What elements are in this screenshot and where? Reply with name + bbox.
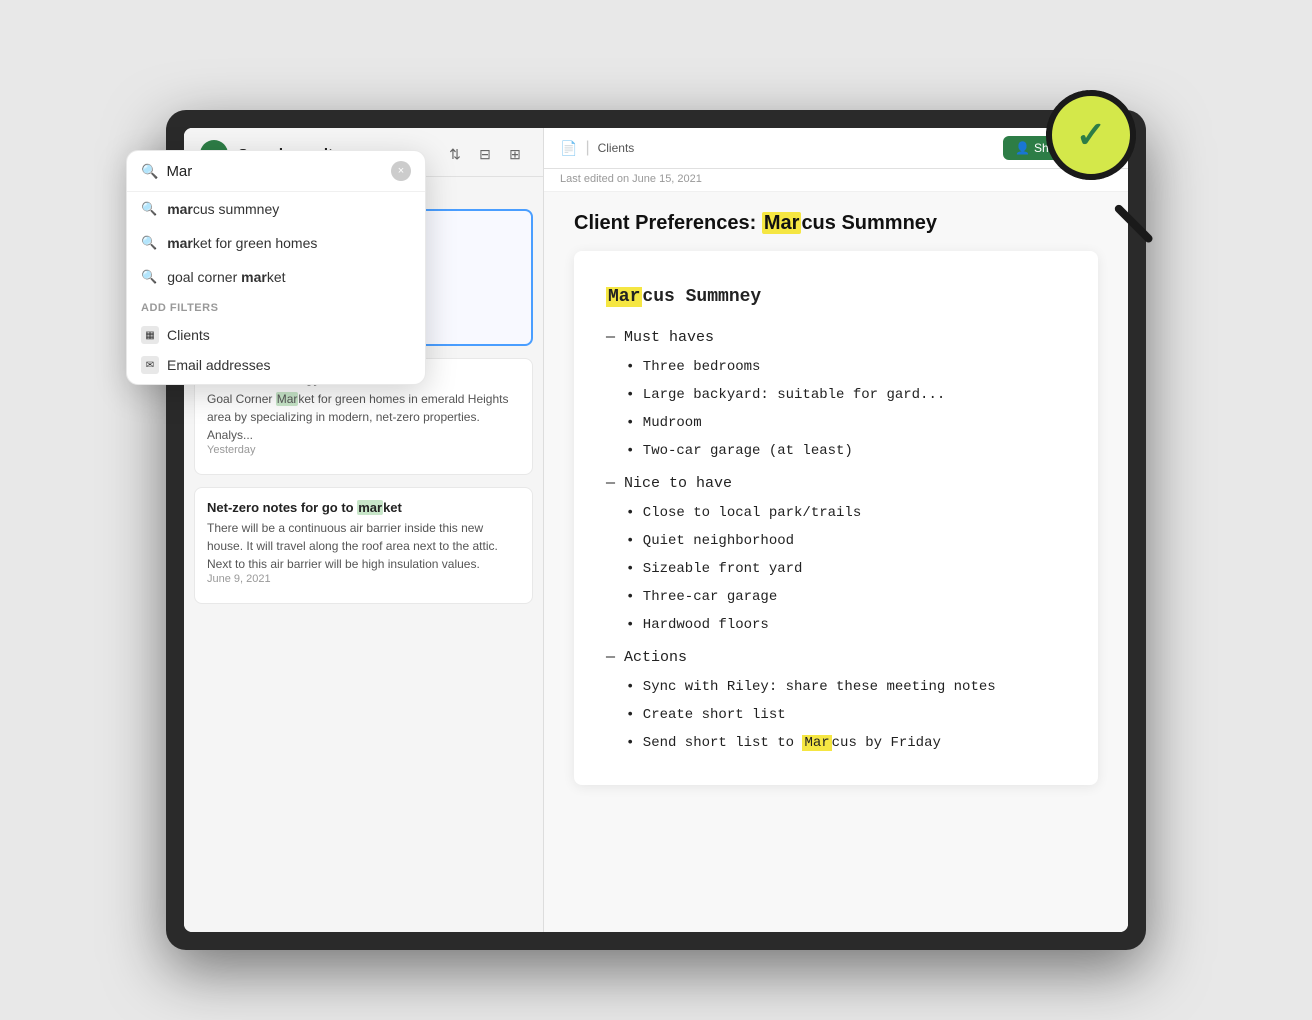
hw-bullet: • Quiet neighborhood <box>626 527 1066 555</box>
autocomplete-text: goal corner market <box>167 269 285 285</box>
filter-item-emails[interactable]: ✉ Email addresses <box>141 350 411 380</box>
filter-clients-icon: ▦ <box>141 326 159 344</box>
filter-icon[interactable]: ⊟ <box>473 142 497 166</box>
filter-emails-label: Email addresses <box>167 357 271 373</box>
autocomplete-text: market for green homes <box>167 235 317 251</box>
search-icon: 🔍 <box>141 163 158 180</box>
right-panel: 📄 | Clients 👤 Share ··· Last edited on J… <box>544 128 1128 932</box>
hw-bullet: • Mudroom <box>626 409 1066 437</box>
note-title: Client Preferences: Marcus Summney <box>574 212 1098 235</box>
grid-icon[interactable]: ⊞ <box>503 142 527 166</box>
note-meta: Last edited on June 15, 2021 <box>544 169 1128 192</box>
search-query-display[interactable]: Mar <box>166 163 383 180</box>
hw-section-nice-to-have: — Nice to have <box>606 469 1066 499</box>
search-suggestion-icon: 🔍 <box>141 235 157 251</box>
result-title: Net-zero notes for go to market <box>207 500 520 515</box>
magnifier-circle: ✓ <box>1046 90 1136 180</box>
hw-bullet: • Create short list <box>626 701 1066 729</box>
hw-bullet: • Large backyard: suitable for gard... <box>626 381 1066 409</box>
search-dropdown: 🔍 Mar × 🔍 marcus summney 🔍 market for gr… <box>126 150 426 385</box>
breadcrumb-doc-icon: 📄 <box>560 140 577 157</box>
hw-bullet: • Three-car garage <box>626 583 1066 611</box>
search-suggestion-icon: 🔍 <box>141 269 157 285</box>
hw-bullet: • Send short list to Marcus by Friday <box>626 729 1066 757</box>
dot-ring <box>1046 90 1136 180</box>
hw-bullet: • Sync with Riley: share these meeting n… <box>626 673 1066 701</box>
autocomplete-item-marcus[interactable]: 🔍 marcus summney <box>127 192 425 226</box>
header-icons: ⇅ ⊟ ⊞ <box>443 142 527 166</box>
hw-bullet: • Close to local park/trails <box>626 499 1066 527</box>
magnifier-decoration: ✓ <box>1046 90 1176 220</box>
filter-emails-icon: ✉ <box>141 356 159 374</box>
result-time: Yesterday <box>207 444 520 456</box>
hw-bullet: • Sizeable front yard <box>626 555 1066 583</box>
hw-section-actions: — Actions <box>606 643 1066 673</box>
autocomplete-text: marcus summney <box>167 201 279 217</box>
filter-section-label: Add filters <box>141 302 411 314</box>
hw-bullet: • Three bedrooms <box>626 353 1066 381</box>
hw-bullet: • Two-car garage (at least) <box>626 437 1066 465</box>
breadcrumb: Clients <box>598 141 995 155</box>
search-result-item[interactable]: Net-zero notes for go to market There wi… <box>194 487 533 604</box>
hw-bullet: • Hardwood floors <box>626 611 1066 639</box>
search-input-row: 🔍 Mar × <box>127 151 425 192</box>
filter-clients-label: Clients <box>167 327 210 343</box>
handwritten-note: Marcus Summney — Must haves • Three bedr… <box>574 251 1098 785</box>
result-preview: There will be a continuous air barrier i… <box>207 519 520 573</box>
hw-client-name: Marcus Summney <box>606 279 1066 315</box>
filter-item-clients[interactable]: ▦ Clients <box>141 320 411 350</box>
search-clear-button[interactable]: × <box>391 161 411 181</box>
note-content: Client Preferences: Marcus Summney Marcu… <box>544 192 1128 932</box>
autocomplete-item-goal-corner[interactable]: 🔍 goal corner market <box>127 260 425 294</box>
result-preview: Goal Corner Market for green homes in em… <box>207 390 520 444</box>
autocomplete-item-market[interactable]: 🔍 market for green homes <box>127 226 425 260</box>
sort-icon[interactable]: ⇅ <box>443 142 467 166</box>
result-time: June 9, 2021 <box>207 573 520 585</box>
hw-section-must-haves: — Must haves <box>606 323 1066 353</box>
filter-section: Add filters ▦ Clients ✉ Email addresses <box>127 294 425 384</box>
right-panel-header: 📄 | Clients 👤 Share ··· <box>544 128 1128 169</box>
breadcrumb-separator: | <box>585 139 589 157</box>
search-suggestion-icon: 🔍 <box>141 201 157 217</box>
